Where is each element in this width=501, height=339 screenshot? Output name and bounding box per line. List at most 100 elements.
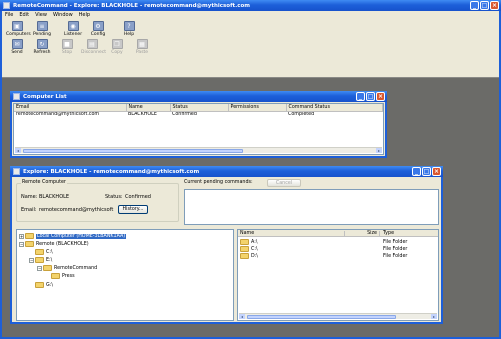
menu-view[interactable]: View bbox=[35, 12, 47, 18]
copy-button[interactable]: ❐ Copy bbox=[106, 39, 128, 55]
refresh-button[interactable]: ↻ Refresh bbox=[31, 39, 53, 55]
explore-window-icon bbox=[13, 168, 20, 175]
listener-button[interactable]: ◉ Listener bbox=[62, 21, 84, 37]
scroll-left-icon[interactable]: ◂ bbox=[239, 314, 245, 319]
column-file-type[interactable]: Type bbox=[383, 231, 394, 236]
explore-minimize-button[interactable]: _ bbox=[412, 167, 421, 176]
scroll-thumb[interactable] bbox=[23, 149, 244, 153]
collapse-icon[interactable]: − bbox=[37, 265, 42, 271]
tree-node-local-computer[interactable]: + Local Computer (HOME-3LBANK1AA) bbox=[19, 233, 127, 239]
main-window-titlebar[interactable]: RemoteCommand - Explore: BLACKHOLE - rem… bbox=[0, 0, 501, 11]
computer-list-table: Email Name Status Permissions Command St… bbox=[14, 104, 383, 118]
file-list-hscrollbar[interactable]: ◂ ▸ bbox=[239, 313, 437, 319]
email-label: Email: bbox=[21, 207, 37, 213]
column-command-status[interactable]: Command Status bbox=[286, 104, 383, 112]
stop-button[interactable]: ■ Stop bbox=[56, 39, 78, 55]
cell-email: remotecommand@mythicsoft.com bbox=[16, 112, 100, 118]
name-label: Name: bbox=[21, 194, 38, 200]
disconnect-button[interactable]: ▤ Disconnect bbox=[81, 39, 106, 55]
column-permissions[interactable]: Permissions bbox=[228, 104, 287, 112]
explore-maximize-button[interactable]: □ bbox=[422, 167, 431, 176]
config-icon: ⚙ bbox=[92, 21, 104, 31]
pending-commands-list[interactable] bbox=[184, 189, 439, 225]
list-item[interactable]: D:\ File Folder bbox=[240, 253, 436, 259]
pending-commands-label: Current pending commands: bbox=[184, 180, 253, 185]
minimize-button[interactable]: _ bbox=[470, 1, 479, 10]
remote-computer-group: Remote Computer Name: BLACKHOLE Status: … bbox=[16, 180, 179, 222]
file-list-header: Name Size Type bbox=[238, 230, 438, 237]
tree-node-drive-c[interactable]: C:\ bbox=[35, 249, 53, 255]
folder-icon bbox=[51, 273, 60, 279]
column-name[interactable]: Name bbox=[126, 104, 171, 112]
cancel-button[interactable]: Cancel bbox=[267, 179, 301, 187]
folder-icon bbox=[25, 233, 34, 239]
scroll-thumb[interactable] bbox=[247, 315, 396, 319]
column-email[interactable]: Email bbox=[14, 104, 127, 112]
history-button[interactable]: History... bbox=[118, 205, 148, 214]
config-button[interactable]: ⚙ Config bbox=[87, 21, 109, 37]
column-file-name[interactable]: Name bbox=[240, 231, 345, 236]
close-button[interactable]: × bbox=[490, 1, 499, 10]
help-button[interactable]: ? Help bbox=[118, 21, 140, 37]
tree-node-drive-e[interactable]: − E:\ bbox=[29, 257, 52, 263]
computer-list-titlebar[interactable]: Computer List _ □ × bbox=[10, 91, 387, 102]
computer-list-maximize-button[interactable]: □ bbox=[366, 92, 375, 101]
computer-list-icon bbox=[13, 93, 20, 100]
tree-node-press[interactable]: Press bbox=[51, 273, 75, 279]
cell-name: BLACKHOLE bbox=[128, 112, 157, 118]
computer-list-title: Computer List bbox=[23, 93, 67, 100]
maximize-button[interactable]: □ bbox=[480, 1, 489, 10]
computer-list-hscrollbar[interactable]: ◂ ▸ bbox=[15, 147, 382, 153]
computer-list-window: Email Name Status Permissions Command St… bbox=[10, 102, 387, 158]
list-item[interactable]: A:\ File Folder bbox=[240, 239, 436, 245]
expand-icon[interactable]: + bbox=[19, 233, 24, 239]
computers-button[interactable]: ▣ Computers bbox=[6, 21, 31, 37]
collapse-icon[interactable]: − bbox=[29, 257, 34, 263]
drive-icon bbox=[240, 246, 249, 252]
menu-window[interactable]: Window bbox=[53, 12, 73, 18]
folder-tree[interactable]: + Local Computer (HOME-3LBANK1AA) − Remo… bbox=[16, 229, 234, 321]
pending-button[interactable]: ≡ Pending bbox=[31, 21, 53, 37]
cell-status: Confirmed bbox=[172, 112, 197, 118]
copy-icon: ❐ bbox=[111, 39, 123, 49]
cell-permissions bbox=[228, 111, 286, 118]
column-status[interactable]: Status bbox=[170, 104, 229, 112]
main-window-title: RemoteCommand - Explore: BLACKHOLE - rem… bbox=[13, 2, 250, 9]
scroll-left-icon[interactable]: ◂ bbox=[15, 148, 21, 153]
menu-file[interactable]: File bbox=[5, 12, 13, 18]
explore-titlebar[interactable]: Explore: BLACKHOLE - remotecommand@mythi… bbox=[10, 166, 443, 177]
explore-close-button[interactable]: × bbox=[432, 167, 441, 176]
list-item[interactable]: C:\ File Folder bbox=[240, 246, 436, 252]
tree-node-remotecommand[interactable]: − RemoteCommand bbox=[37, 265, 97, 271]
computer-list-close-button[interactable]: × bbox=[376, 92, 385, 101]
column-file-size[interactable]: Size bbox=[346, 231, 380, 236]
cell-command-status: Completed bbox=[288, 112, 315, 118]
remote-computer-label: Remote Computer bbox=[21, 180, 67, 185]
email-value: remotecommand@mythicsoft bbox=[39, 207, 114, 213]
drive-icon bbox=[240, 253, 249, 259]
table-row[interactable]: remotecommand@mythicsoft.com BLACKHOLE C… bbox=[14, 111, 383, 118]
stop-icon: ■ bbox=[61, 39, 73, 49]
send-button[interactable]: ✉ Send bbox=[6, 39, 28, 55]
app-icon bbox=[3, 2, 10, 9]
send-icon: ✉ bbox=[11, 39, 23, 49]
folder-icon bbox=[43, 265, 52, 271]
computer-list-minimize-button[interactable]: _ bbox=[356, 92, 365, 101]
menu-help[interactable]: Help bbox=[79, 12, 90, 18]
scroll-right-icon[interactable]: ▸ bbox=[376, 148, 382, 153]
computer-list-table-panel: Email Name Status Permissions Command St… bbox=[13, 103, 384, 155]
scroll-right-icon[interactable]: ▸ bbox=[431, 314, 437, 319]
tree-node-remote[interactable]: − Remote (BLACKHOLE) bbox=[19, 241, 89, 247]
pending-icon: ≡ bbox=[36, 21, 48, 31]
listener-icon: ◉ bbox=[67, 21, 79, 31]
folder-icon bbox=[25, 241, 34, 247]
paste-button[interactable]: ▦ Paste bbox=[131, 39, 153, 55]
tree-node-drive-g[interactable]: G:\ bbox=[35, 282, 53, 288]
drive-icon bbox=[35, 257, 44, 263]
explore-title: Explore: BLACKHOLE - remotecommand@mythi… bbox=[23, 168, 200, 175]
paste-icon: ▦ bbox=[136, 39, 148, 49]
collapse-icon[interactable]: − bbox=[19, 241, 24, 247]
drive-icon bbox=[240, 239, 249, 245]
file-list[interactable]: Name Size Type A:\ File Folder C:\ File … bbox=[237, 229, 439, 321]
menu-edit[interactable]: Edit bbox=[19, 12, 29, 18]
